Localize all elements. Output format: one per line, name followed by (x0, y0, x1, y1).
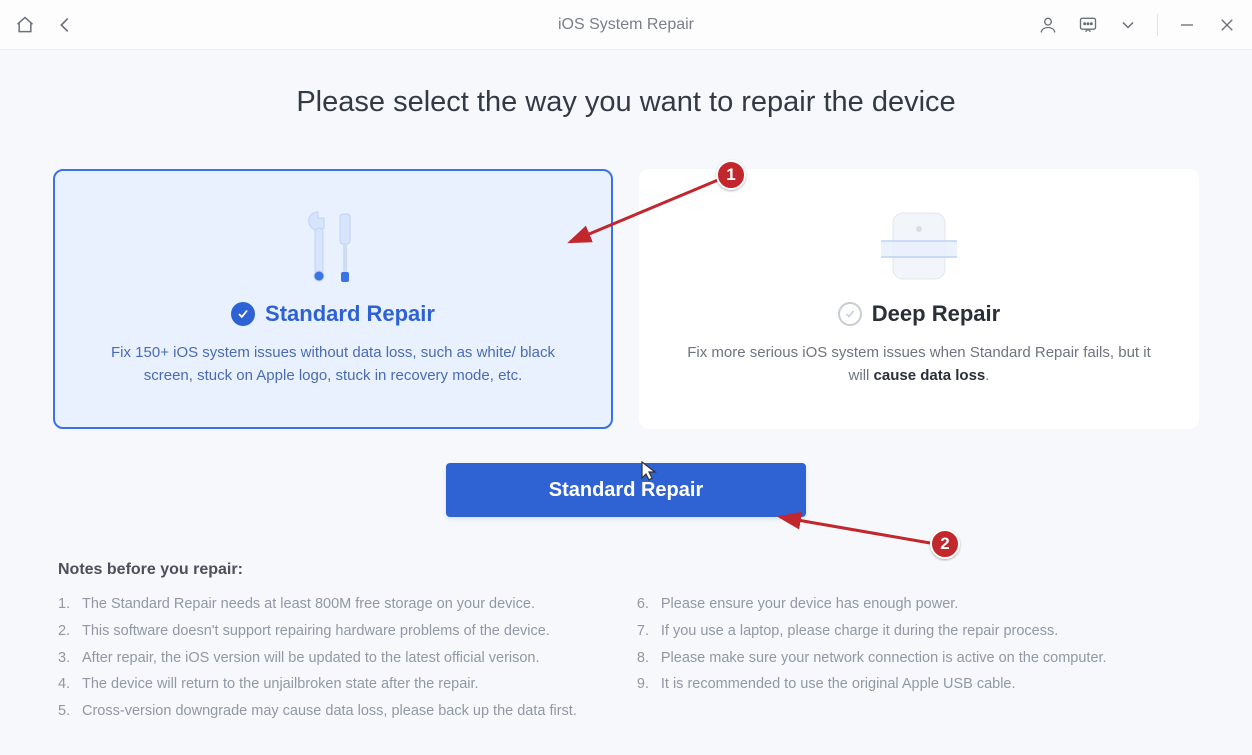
standard-repair-title-row: Standard Repair (231, 301, 435, 327)
cursor-icon (640, 460, 658, 487)
deep-repair-title-row: Deep Repair (838, 301, 1000, 327)
notes-item-number: 8. (637, 645, 651, 672)
notes-item-text: It is recommended to use the original Ap… (661, 671, 1016, 698)
notes-columns: 1. The Standard Repair needs at least 800… (58, 591, 1194, 725)
standard-repair-card[interactable]: Standard Repair Fix 150+ iOS system issu… (53, 169, 613, 429)
titlebar: iOS System Repair (0, 0, 1252, 50)
notes-item-number: 7. (637, 618, 651, 645)
annotation-arrow-2 (770, 505, 940, 550)
notes-left: 1. The Standard Repair needs at least 800… (58, 591, 577, 725)
notes-item-text: If you use a laptop, please charge it du… (661, 618, 1058, 645)
notes-item-number: 9. (637, 671, 651, 698)
notes-item-text: Cross-version downgrade may cause data l… (82, 698, 577, 725)
notes-section: Notes before you repair: 1. The Standard … (40, 561, 1212, 725)
deep-desc-bold: cause data loss (874, 367, 986, 384)
standard-repair-desc: Fix 150+ iOS system issues without data … (98, 341, 568, 388)
notes-item: 7. If you use a laptop, please charge it … (637, 618, 1107, 645)
notes-title: Notes before you repair: (58, 561, 1194, 579)
deep-desc-suffix: . (985, 367, 989, 384)
check-icon (231, 302, 255, 326)
notes-item: 4. The device will return to the unjailbr… (58, 671, 577, 698)
notes-item: 1. The Standard Repair needs at least 800… (58, 591, 577, 618)
deep-repair-title: Deep Repair (872, 301, 1000, 327)
standard-repair-title: Standard Repair (265, 301, 435, 327)
notes-item-text: This software doesn't support repairing … (82, 618, 550, 645)
notes-item-number: 6. (637, 591, 651, 618)
device-scan-icon (871, 199, 967, 295)
notes-item-text: Please ensure your device has enough pow… (661, 591, 958, 618)
content: Please select the way you want to repair… (0, 50, 1252, 725)
deep-repair-desc: Fix more serious iOS system issues when … (684, 341, 1154, 388)
page-title: Please select the way you want to repair… (40, 86, 1212, 119)
notes-item-text: The Standard Repair needs at least 800M … (82, 591, 535, 618)
notes-item: 8. Please make sure your network connecti… (637, 645, 1107, 672)
notes-item-number: 5. (58, 698, 72, 725)
check-icon (838, 302, 862, 326)
notes-item-text: After repair, the iOS version will be up… (82, 645, 540, 672)
notes-item-number: 1. (58, 591, 72, 618)
annotation-badge-2: 2 (930, 529, 960, 559)
notes-item: 9. It is recommended to use the original … (637, 671, 1107, 698)
notes-item: 3. After repair, the iOS version will be … (58, 645, 577, 672)
notes-item-number: 3. (58, 645, 72, 672)
standard-repair-button[interactable]: Standard Repair (446, 463, 806, 517)
notes-item: 2. This software doesn't support repairin… (58, 618, 577, 645)
notes-item-number: 4. (58, 671, 72, 698)
notes-item-text: The device will return to the unjailbrok… (82, 671, 479, 698)
notes-item: 6. Please ensure your device has enough p… (637, 591, 1107, 618)
notes-item-text: Please make sure your network connection… (661, 645, 1107, 672)
notes-item: 5. Cross-version downgrade may cause data… (58, 698, 577, 725)
window-title: iOS System Repair (0, 16, 1252, 34)
annotation-arrow-1 (560, 172, 735, 252)
notes-right: 6. Please ensure your device has enough p… (637, 591, 1107, 725)
annotation-badge-1: 1 (716, 160, 746, 190)
tools-icon (298, 199, 368, 295)
notes-item-number: 2. (58, 618, 72, 645)
